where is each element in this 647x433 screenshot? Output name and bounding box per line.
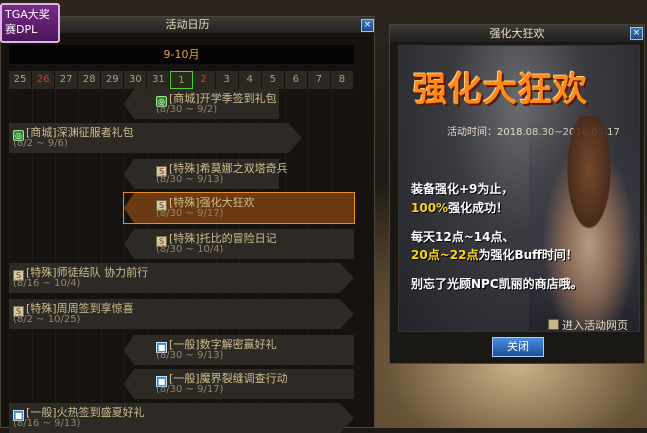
badge-line2: 赛DPL: [5, 23, 38, 36]
enter-event-page-link[interactable]: 进入活动网页: [548, 317, 628, 333]
day-cell: 5: [261, 71, 285, 89]
event-dates: (8/30 ~ 9/2): [156, 104, 218, 115]
day-cell: 28: [78, 71, 102, 89]
webpage-icon: [548, 319, 559, 330]
rate-text: 100%: [411, 201, 449, 215]
day-cell: 2: [192, 71, 216, 89]
event-bar[interactable]: S [特殊]周周签到享惊喜 (8/2 ~ 10/25): [9, 299, 354, 329]
event-bar[interactable]: S [特殊]托比的冒险日记 (8/30 ~ 10/4): [124, 229, 354, 259]
event-dates: (8/30 ~ 9/13): [156, 174, 224, 185]
close-button[interactable]: 关闭: [492, 337, 544, 357]
banner-line-2: 100%强化成功！: [411, 199, 508, 216]
event-detail-title: 强化大狂欢: [390, 25, 644, 42]
day-cell: 27: [55, 71, 79, 89]
evening-time-text: 20点~22点: [411, 248, 479, 262]
day-cell: 29: [101, 71, 125, 89]
banner-line-4: 20点~22点为强化Buff时间！: [411, 246, 578, 263]
event-bar[interactable]: ■ [一般]数字解密赢好礼 (8/30 ~ 9/13): [124, 335, 354, 365]
day-header: 25 26 27 28 29 30 31 1 2 3 4 5 6 7 8: [9, 71, 355, 89]
banner-title: 强化大狂欢: [413, 70, 588, 110]
day-cell: 26: [32, 71, 56, 89]
day-cell: 6: [284, 71, 308, 89]
event-bar[interactable]: ■ [一般]火热签到盛夏好礼 (8/16 ~ 9/13): [9, 403, 354, 433]
day-cell: 7: [307, 71, 331, 89]
event-detail-window: 强化大狂欢 × 强化大狂欢 活动时间：2018.08.30~2018.09.17…: [389, 24, 645, 364]
day-cell: 8: [330, 71, 355, 89]
banner-line-3: 每天12点~14点、: [411, 230, 515, 244]
event-bar[interactable]: S [特殊]希莫娜之双塔奇兵 (8/30 ~ 9/13): [124, 159, 288, 189]
banner-line-5: 别忘了光顾NPC凯丽的商店哦。: [411, 277, 583, 291]
calendar-close-button[interactable]: ×: [361, 19, 374, 32]
event-dates: (8/2 ~ 10/25): [13, 314, 81, 325]
badge-line1: TGA大奖: [5, 8, 50, 21]
event-dates: (8/30 ~ 10/4): [156, 244, 224, 255]
event-dates: (8/16 ~ 9/13): [13, 418, 81, 429]
day-cell: 31: [147, 71, 171, 89]
event-timeline: ◎ [商城]开学季签到礼包 (8/30 ~ 9/2) ◎ [商城]深渊征服者礼包 (8/2…: [9, 89, 355, 429]
event-dates: (8/30 ~ 9/17): [156, 208, 224, 219]
event-bar[interactable]: ◎ [商城]深渊征服者礼包 (8/2 ~ 9/6): [9, 123, 302, 153]
event-bar[interactable]: S [特殊]强化大狂欢 (8/30 ~ 9/17): [123, 192, 355, 224]
event-dates: (8/30 ~ 9/13): [156, 350, 224, 361]
event-dates: (8/16 ~ 10/4): [13, 278, 81, 289]
day-cell: 25: [9, 71, 33, 89]
day-cell: 3: [215, 71, 239, 89]
event-detail-close-icon[interactable]: ×: [630, 27, 643, 40]
success-text: 强化成功！: [448, 201, 509, 215]
event-banner: 强化大狂欢 活动时间：2018.08.30~2018.09.17 装备强化+9为…: [398, 45, 640, 332]
event-bar[interactable]: ■ [一般]魔界裂缝调查行动 (8/30 ~ 9/17): [124, 369, 354, 399]
banner-line-1: 装备强化+9为止，: [411, 182, 514, 196]
event-bar[interactable]: ◎ [商城]开学季签到礼包 (8/30 ~ 9/2): [124, 89, 279, 119]
activity-calendar-window: 活动日历 × 9-10月 25 26 27 28 29 30 31 1 2 3 4 5 6 7 8 ◎ [商城…: [0, 16, 375, 428]
enter-event-page-label: 进入活动网页: [562, 319, 628, 332]
event-dates: (8/2 ~ 9/6): [13, 138, 68, 149]
event-dates: (8/30 ~ 9/17): [156, 384, 224, 395]
event-bar[interactable]: S [特殊]师徒结队 协力前行 (8/16 ~ 10/4): [9, 263, 354, 293]
day-cell: 30: [124, 71, 148, 89]
character-art: [529, 116, 639, 331]
day-cell: 1: [170, 71, 193, 89]
day-cell: 4: [238, 71, 262, 89]
buff-time-text: 为强化Buff时间！: [478, 248, 578, 262]
tga-dpl-badge[interactable]: TGA大奖 赛DPL: [0, 3, 60, 43]
month-label: 9-10月: [9, 45, 354, 64]
